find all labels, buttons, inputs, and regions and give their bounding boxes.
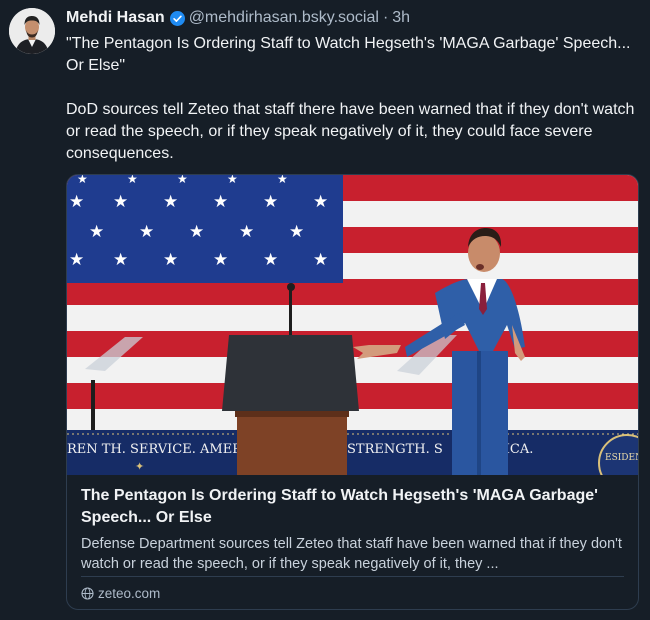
avatar[interactable] xyxy=(9,8,55,54)
svg-text:★: ★ xyxy=(69,192,84,212)
svg-text:★: ★ xyxy=(177,175,188,186)
svg-text:★: ★ xyxy=(227,175,238,186)
svg-text:★: ★ xyxy=(163,192,178,212)
post-header: Mehdi Hasan @mehdirhasan.bsky.social · 3… xyxy=(66,8,644,28)
svg-text:★: ★ xyxy=(239,222,254,242)
banner-text-right-a: STRENGTH. S xyxy=(347,442,443,457)
card-description: Defense Department sources tell Zeteo th… xyxy=(81,536,622,572)
svg-text:★: ★ xyxy=(77,175,88,186)
post-content: Mehdi Hasan @mehdirhasan.bsky.social · 3… xyxy=(66,8,644,165)
verified-badge-icon[interactable] xyxy=(169,10,185,26)
svg-text:★: ★ xyxy=(69,250,84,270)
separator-dot: · xyxy=(382,9,389,26)
author-handle[interactable]: @mehdirhasan.bsky.social xyxy=(189,8,379,28)
globe-icon xyxy=(81,586,94,600)
svg-text:★: ★ xyxy=(127,175,138,186)
svg-text:✦: ✦ xyxy=(135,460,144,473)
post-text-body: DoD sources tell Zeteo that staff there … xyxy=(66,101,635,162)
svg-text:★: ★ xyxy=(313,192,328,212)
svg-text:★: ★ xyxy=(113,192,128,212)
link-card[interactable]: ★ ★ ★ ★ ★ ★ ★ ★ ★ ★ ★ ★ ★ ★ ★ ★ ★ ★ ★ ★ ★ ★ REN TH. SERVIC… xyxy=(66,174,639,610)
post[interactable]: Mehdi Hasan @mehdirhasan.bsky.social · 3… xyxy=(0,0,650,620)
svg-text:★: ★ xyxy=(289,222,304,242)
card-image-art: ★ ★ ★ ★ ★ ★ ★ ★ ★ ★ ★ ★ ★ ★ ★ ★ ★ ★ ★ ★ ★ ★ REN TH. SERVIC… xyxy=(67,175,639,475)
post-text: "The Pentagon Is Ordering Staff to Watch… xyxy=(66,33,644,165)
card-divider xyxy=(81,576,624,577)
svg-text:★: ★ xyxy=(163,250,178,270)
svg-text:★: ★ xyxy=(277,175,288,186)
avatar-photo xyxy=(9,8,55,54)
card-image: ★ ★ ★ ★ ★ ★ ★ ★ ★ ★ ★ ★ ★ ★ ★ ★ ★ ★ ★ ★ ★ ★ REN TH. SERVIC… xyxy=(67,175,639,475)
post-text-quote: "The Pentagon Is Ordering Staff to Watch… xyxy=(66,35,631,74)
svg-text:★: ★ xyxy=(263,250,278,270)
svg-text:★: ★ xyxy=(263,192,278,212)
svg-text:★: ★ xyxy=(313,250,328,270)
svg-text:★: ★ xyxy=(189,222,204,242)
card-body: The Pentagon Is Ordering Staff to Watch … xyxy=(67,475,638,574)
svg-text:★: ★ xyxy=(213,250,228,270)
svg-text:★: ★ xyxy=(113,250,128,270)
svg-text:★: ★ xyxy=(213,192,228,212)
seal-text: ESIDENT OF xyxy=(605,453,639,463)
post-timestamp[interactable]: 3h xyxy=(392,8,410,28)
svg-text:★: ★ xyxy=(139,222,154,242)
author-name[interactable]: Mehdi Hasan xyxy=(66,8,165,28)
card-title[interactable]: The Pentagon Is Ordering Staff to Watch … xyxy=(81,485,626,529)
card-domain[interactable]: zeteo.com xyxy=(81,584,160,602)
svg-text:★: ★ xyxy=(89,222,104,242)
card-domain-text: zeteo.com xyxy=(98,585,161,601)
